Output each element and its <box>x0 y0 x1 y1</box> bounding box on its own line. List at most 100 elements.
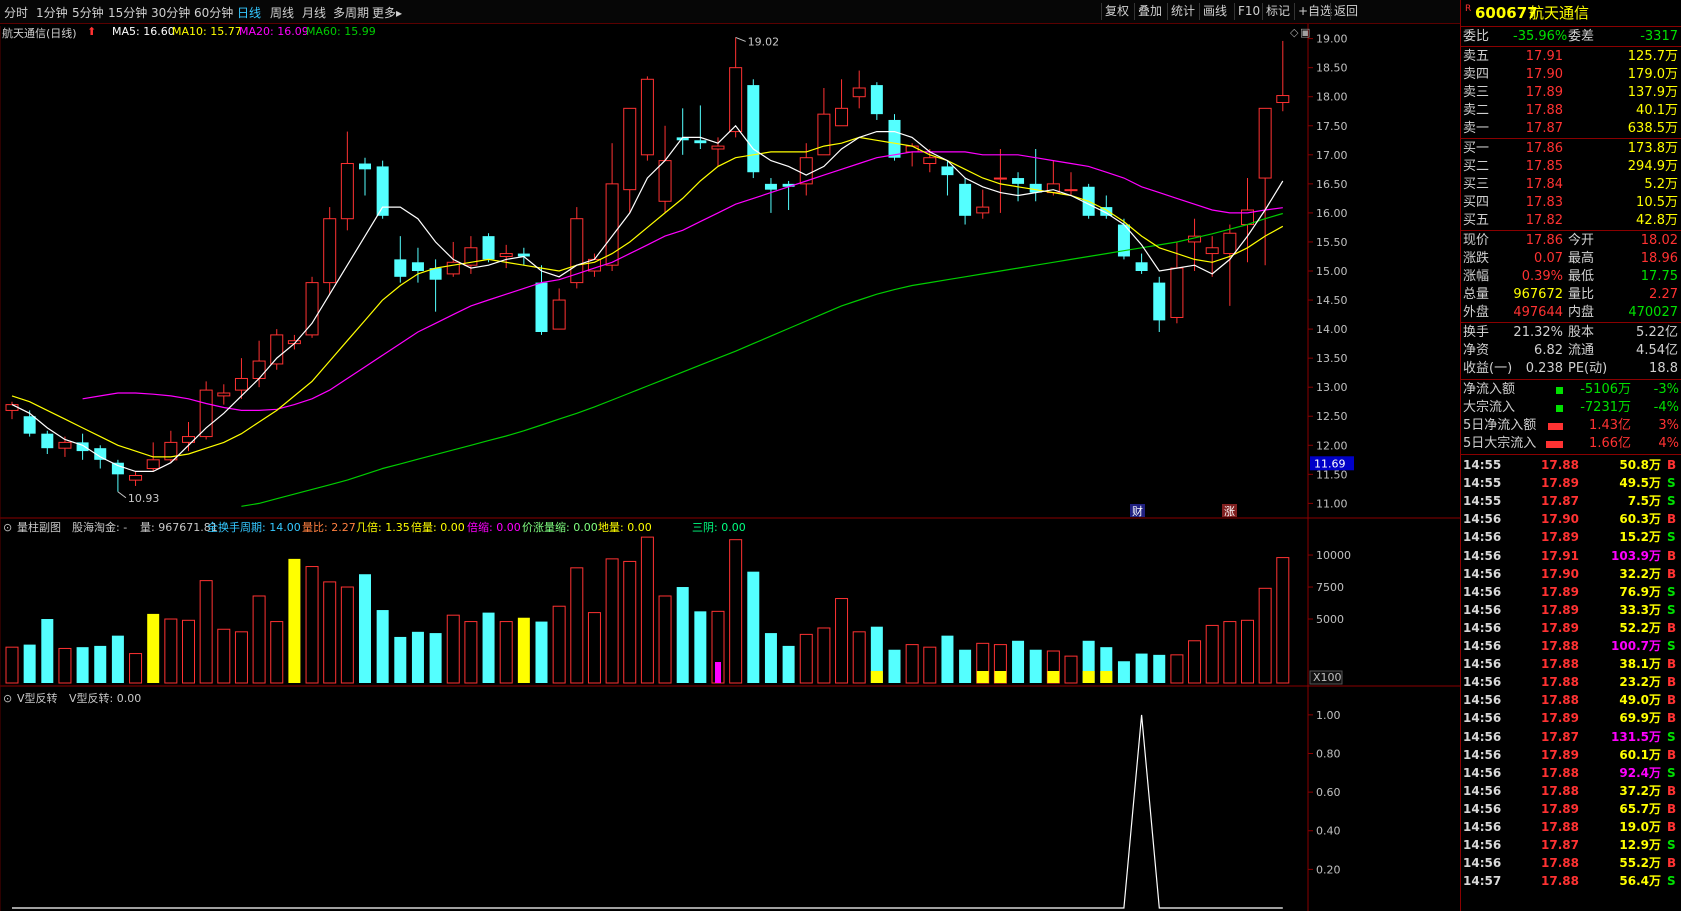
candle-body <box>1012 178 1025 184</box>
volume-bar <box>764 633 777 683</box>
volume-indicator-item: 几倍: 1.35 <box>356 520 410 534</box>
tick-side: B <box>1667 711 1677 726</box>
fund-flow-value: 1.43亿 <box>1589 418 1631 433</box>
tick-volume: 12.9万 <box>1619 838 1661 853</box>
volume-marker <box>1047 671 1060 683</box>
tick-price: 17.87 <box>1541 494 1579 509</box>
volume-bar <box>499 621 513 684</box>
badge-finance-label: 财 <box>1132 504 1143 518</box>
tick-volume: 23.2万 <box>1619 675 1661 690</box>
volume-indicator-item: 价涨量缩: 0.00 <box>522 521 598 534</box>
ask-volume: 638.5万 <box>1627 121 1678 136</box>
tick-row: 14:55 17.88 50.8万 B <box>1461 456 1681 474</box>
bid-price: 17.83 <box>1525 195 1563 210</box>
fund-flow-bar <box>1548 423 1563 430</box>
bid-row[interactable]: 买五 17.82 42.8万 <box>1461 212 1681 230</box>
bid-row[interactable]: 买三 17.84 5.2万 <box>1461 176 1681 194</box>
candle-body <box>199 389 213 438</box>
tick-price: 17.88 <box>1541 765 1579 780</box>
volume-bar <box>640 536 654 684</box>
bid-volume: 5.2万 <box>1644 177 1678 192</box>
ask-row[interactable]: 卖五 17.91 125.7万 <box>1461 48 1681 66</box>
ask-row[interactable]: 卖二 17.88 40.1万 <box>1461 102 1681 120</box>
tick-row: 14:56 17.87 12.9万 S <box>1461 836 1681 854</box>
candle-body <box>959 183 972 216</box>
tick-time: 14:56 <box>1463 639 1502 653</box>
volume-bar <box>58 647 72 684</box>
volume-marker <box>715 662 721 683</box>
stat-value: 470027 <box>1628 305 1678 320</box>
tick-price: 17.89 <box>1541 530 1579 545</box>
bid-row[interactable]: 买二 17.85 294.9万 <box>1461 158 1681 176</box>
kline-chart[interactable]: 19.00 18.50 18.00 17.50 17.00 16.50 16.00 15.50… <box>0 0 1460 911</box>
indicator-title: V型反转 <box>17 691 58 705</box>
tick-time: 14:56 <box>1463 693 1502 708</box>
tick-volume: 49.0万 <box>1619 693 1661 708</box>
ask-volume: 137.9万 <box>1627 85 1678 100</box>
ask-row[interactable]: 卖一 17.87 638.5万 <box>1461 120 1681 138</box>
stat-label: 最高 <box>1568 251 1595 266</box>
ask-label: 卖二 <box>1463 103 1490 118</box>
tick-side: S <box>1667 729 1676 744</box>
tick-time: 14:55 <box>1463 458 1502 472</box>
candle-body <box>711 145 725 150</box>
ask-row[interactable]: 卖三 17.89 137.9万 <box>1461 84 1681 102</box>
volume-bar <box>1153 654 1166 683</box>
bid-row[interactable]: 买一 17.86 173.8万 <box>1461 140 1681 158</box>
volume-bar <box>464 621 478 684</box>
ask-row[interactable]: 卖四 17.90 179.0万 <box>1461 66 1681 84</box>
volume-bar <box>199 580 213 684</box>
volume-indicator-item: 全换手周期: 14.00 <box>207 520 301 534</box>
candle-body <box>535 282 548 332</box>
candle-body <box>694 140 707 144</box>
volume-bar <box>429 633 442 683</box>
price-tag-label: 11.69 <box>1314 457 1346 470</box>
ask-volume: 125.7万 <box>1627 49 1678 64</box>
tick-volume: 55.2万 <box>1619 856 1661 871</box>
stat-label: 股本 <box>1568 325 1595 340</box>
stat-label: 外盘 <box>1463 305 1490 320</box>
stat-label: 内盘 <box>1568 305 1595 320</box>
candle-body <box>111 462 124 475</box>
volume-bar <box>376 610 389 683</box>
fund-flow-pct: 3% <box>1658 418 1679 433</box>
volume-bar <box>305 566 319 684</box>
tick-volume: 65.7万 <box>1619 801 1661 816</box>
candle-body <box>217 392 231 397</box>
volume-bar <box>1029 649 1042 683</box>
candle-body <box>888 119 901 158</box>
tick-volume: 69.9万 <box>1619 711 1661 726</box>
tick-time: 14:56 <box>1463 729 1502 744</box>
volume-bar <box>1117 661 1130 683</box>
tick-row: 14:55 17.87 7.5万 S <box>1461 492 1681 510</box>
tick-side: B <box>1667 747 1677 762</box>
tick-price: 17.89 <box>1541 747 1579 762</box>
stat-label: 现价 <box>1463 233 1490 248</box>
tick-side: B <box>1667 820 1677 834</box>
stock-header[interactable]: R 600677 航天通信 <box>1461 4 1681 26</box>
y-axis-label: 11.00 <box>1316 497 1348 510</box>
tick-time: 14:56 <box>1463 602 1502 617</box>
tick-price: 17.88 <box>1541 639 1579 653</box>
tick-volume: 32.2万 <box>1619 566 1661 581</box>
candle-body <box>1170 267 1184 318</box>
bid-row[interactable]: 买四 17.83 10.5万 <box>1461 194 1681 212</box>
y-axis-label: 13.50 <box>1316 352 1348 365</box>
tick-volume: 50.8万 <box>1619 458 1661 472</box>
volume-bar <box>288 558 301 683</box>
tick-price: 17.90 <box>1541 566 1579 581</box>
tick-side: B <box>1667 856 1677 871</box>
tick-time: 14:56 <box>1463 657 1502 672</box>
tick-side: B <box>1667 458 1677 472</box>
volume-bar <box>941 635 954 683</box>
volume-marker <box>1100 671 1113 683</box>
volume-indicator-item: 地量: 0.00 <box>598 521 652 534</box>
volume-bar <box>658 595 672 684</box>
candle-body <box>852 87 866 98</box>
ask-price: 17.88 <box>1525 103 1563 118</box>
order-ratio-row: 委比 -35.96% 委差 -3317 <box>1461 28 1681 46</box>
tick-volume: 60.1万 <box>1619 747 1661 762</box>
volume-bar <box>1276 557 1290 684</box>
candle-body <box>482 236 495 260</box>
order-ratio-value: -35.96% <box>1513 29 1568 44</box>
